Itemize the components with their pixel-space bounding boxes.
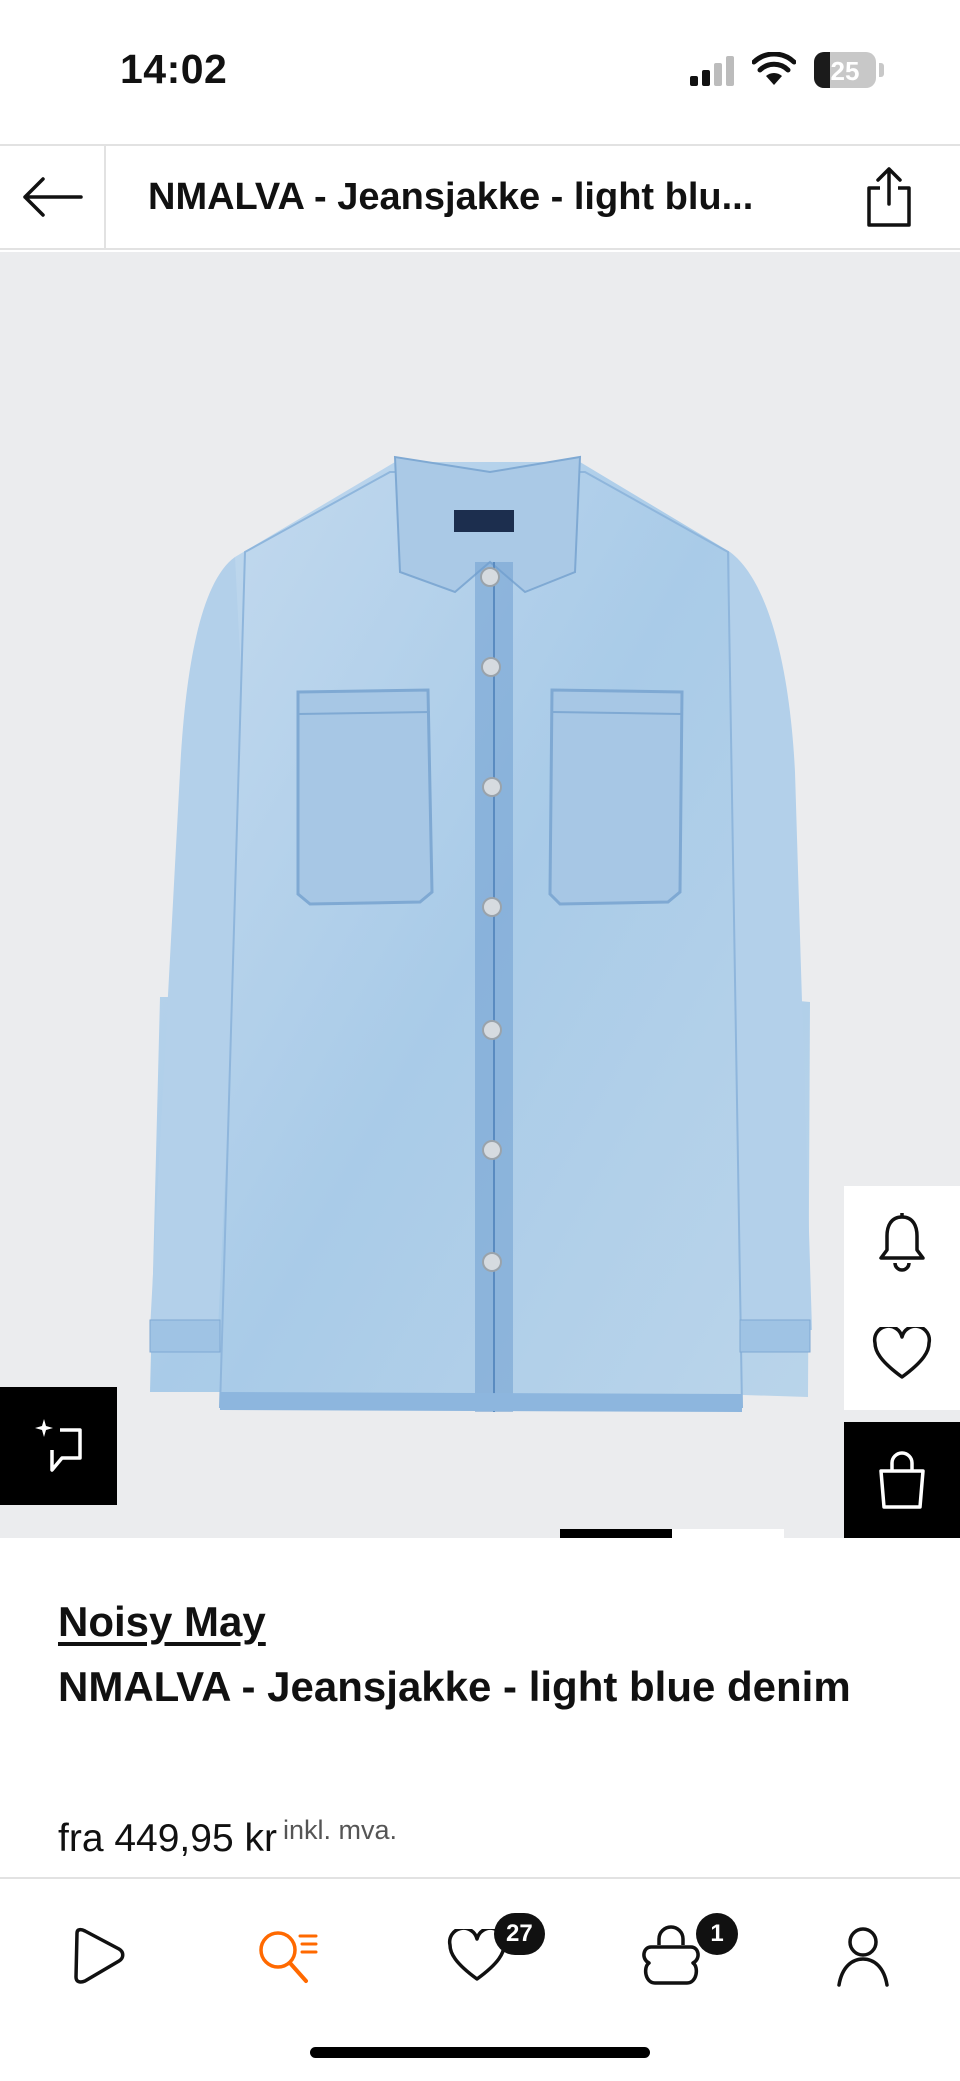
- battery-level: 25: [830, 56, 860, 86]
- notify-button[interactable]: [844, 1186, 960, 1298]
- gallery-indicator-active: [560, 1529, 672, 1538]
- product-image-gallery[interactable]: [0, 252, 960, 1538]
- gallery-indicator: [672, 1529, 784, 1538]
- back-button[interactable]: [0, 146, 106, 248]
- cellular-signal-icon: [690, 56, 734, 86]
- arrow-left-icon: [23, 177, 83, 217]
- similar-items-button[interactable]: [0, 1387, 117, 1505]
- denim-jacket-image: [149, 455, 812, 1412]
- share-icon: [867, 167, 911, 227]
- bell-icon: [879, 1213, 925, 1272]
- sparkle-compare-icon: [34, 1419, 82, 1472]
- search-icon: [259, 1931, 318, 1983]
- battery-cap: [879, 63, 884, 77]
- add-to-wishlist-button[interactable]: [844, 1298, 960, 1410]
- home-indicator: [310, 2047, 650, 2058]
- brand-link[interactable]: Noisy May: [58, 1598, 266, 1646]
- product-price: fra 449,95 kr: [58, 1817, 277, 1860]
- status-bar: 14:02 25: [0, 0, 960, 144]
- page-title: NMALVA - Jeansjakke - light blu...: [148, 176, 754, 218]
- tab-search[interactable]: [242, 1911, 332, 2001]
- wishlist-count-badge: 27: [494, 1913, 545, 1955]
- tab-profile[interactable]: [818, 1911, 908, 2001]
- price-row: fra 449,95 kr inkl. mva.: [58, 1815, 397, 1861]
- profile-icon: [837, 1927, 889, 1987]
- battery-icon: 25: [814, 52, 876, 88]
- vat-note: inkl. mva.: [282, 1815, 397, 1845]
- bag-icon: [879, 1451, 925, 1509]
- tab-home[interactable]: [52, 1911, 142, 2001]
- product-name: NMALVA - Jeansjakke - light blue denim: [58, 1663, 851, 1710]
- status-time: 14:02: [120, 46, 228, 92]
- cart-count-badge: 1: [696, 1913, 738, 1955]
- cart-icon: [642, 1925, 700, 1985]
- home-icon: [74, 1927, 125, 1984]
- wifi-icon: [752, 52, 796, 85]
- heart-icon: [872, 1327, 932, 1379]
- share-button[interactable]: [866, 166, 912, 233]
- product-header: NMALVA - Jeansjakke - light blu...: [0, 144, 960, 250]
- add-to-bag-button[interactable]: [844, 1422, 960, 1538]
